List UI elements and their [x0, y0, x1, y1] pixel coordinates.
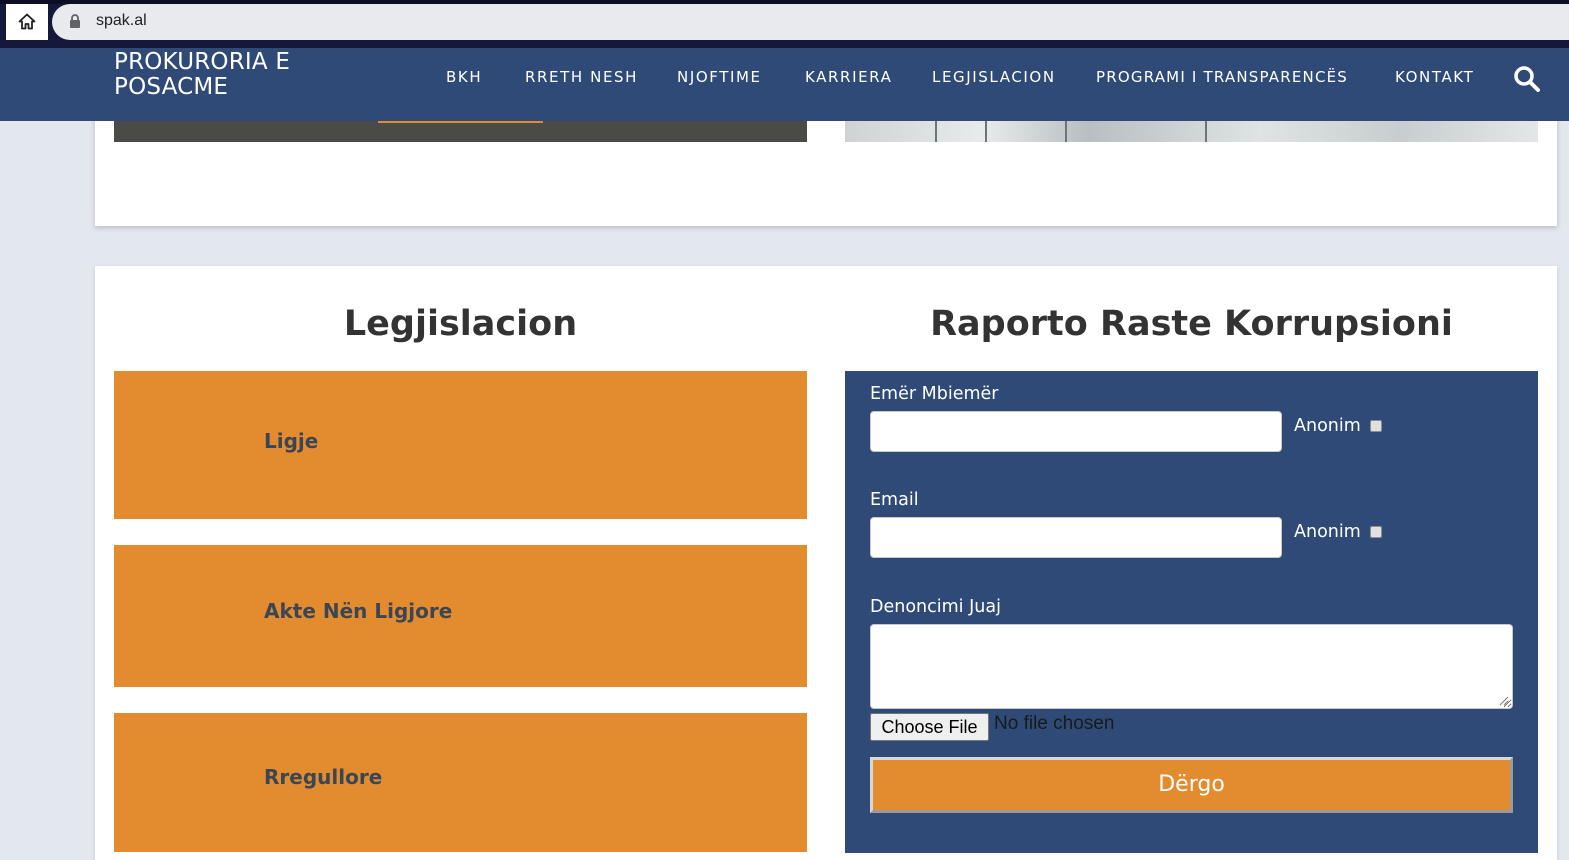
email-input[interactable]: [870, 517, 1282, 558]
nav-item-kontakt[interactable]: KONTAKT: [1395, 68, 1474, 86]
law-link-label: Akte Nën Ligjore: [264, 599, 453, 623]
choose-file-button[interactable]: Choose File: [870, 713, 989, 741]
url-text: spak.al: [96, 12, 147, 29]
name-anonim-label: Anonim: [1294, 416, 1361, 436]
law-link-ligje[interactable]: Ligje: [114, 371, 807, 519]
home-button[interactable]: [6, 4, 48, 40]
report-textarea[interactable]: [870, 624, 1513, 709]
home-icon: [18, 13, 36, 30]
resize-grip-icon[interactable]: [1499, 696, 1509, 706]
site-header: PROKURORIA E POSACME BKH RRETH NESH NJOF…: [0, 48, 1569, 121]
address-bar[interactable]: spak.al: [52, 4, 1569, 40]
dark-banner-panel: [114, 121, 807, 142]
building-photo: [845, 121, 1538, 142]
email-label: Email: [870, 490, 919, 510]
nav-item-njoftime[interactable]: NJOFTIME: [677, 68, 762, 86]
lock-icon: [70, 14, 80, 28]
name-anonim-checkbox[interactable]: [1370, 420, 1382, 432]
search-button[interactable]: [1512, 64, 1542, 94]
email-anonim-label: Anonim: [1294, 522, 1361, 542]
name-label: Emër Mbiemër: [870, 384, 999, 404]
legjislacion-heading: Legjislacion: [343, 304, 578, 344]
logo-line-2: POSACME: [114, 74, 229, 100]
report-heading: Raporto Raste Korrupsioni: [930, 304, 1453, 344]
email-anonim-checkbox[interactable]: [1370, 526, 1382, 538]
file-status-text: No file chosen: [994, 713, 1115, 734]
law-link-rregullore[interactable]: Rregullore: [114, 713, 807, 852]
name-input[interactable]: [870, 411, 1282, 452]
site-logo[interactable]: PROKURORIA E POSACME: [114, 50, 374, 100]
submit-button[interactable]: Dërgo: [870, 757, 1513, 813]
nav-item-karriera[interactable]: KARRIERA: [805, 68, 892, 86]
search-icon: [1514, 66, 1540, 92]
law-link-label: Rregullore: [264, 765, 383, 789]
law-link-akte-nen-ligjore[interactable]: Akte Nën Ligjore: [114, 545, 807, 687]
accent-underline: [378, 121, 543, 123]
report-text-label: Denoncimi Juaj: [870, 597, 1001, 617]
logo-line-1: PROKURORIA E: [114, 49, 291, 75]
nav-item-bkh[interactable]: BKH: [446, 68, 482, 86]
browser-toolbar: spak.al: [0, 0, 1569, 48]
nav-item-rreth-nesh[interactable]: RRETH NESH: [525, 68, 638, 86]
law-link-label: Ligje: [264, 429, 319, 453]
nav-item-programi-transparences[interactable]: PROGRAMI I TRANSPARENCËS: [1096, 68, 1348, 86]
nav-item-legjislacion[interactable]: LEGJISLACION: [932, 68, 1056, 86]
